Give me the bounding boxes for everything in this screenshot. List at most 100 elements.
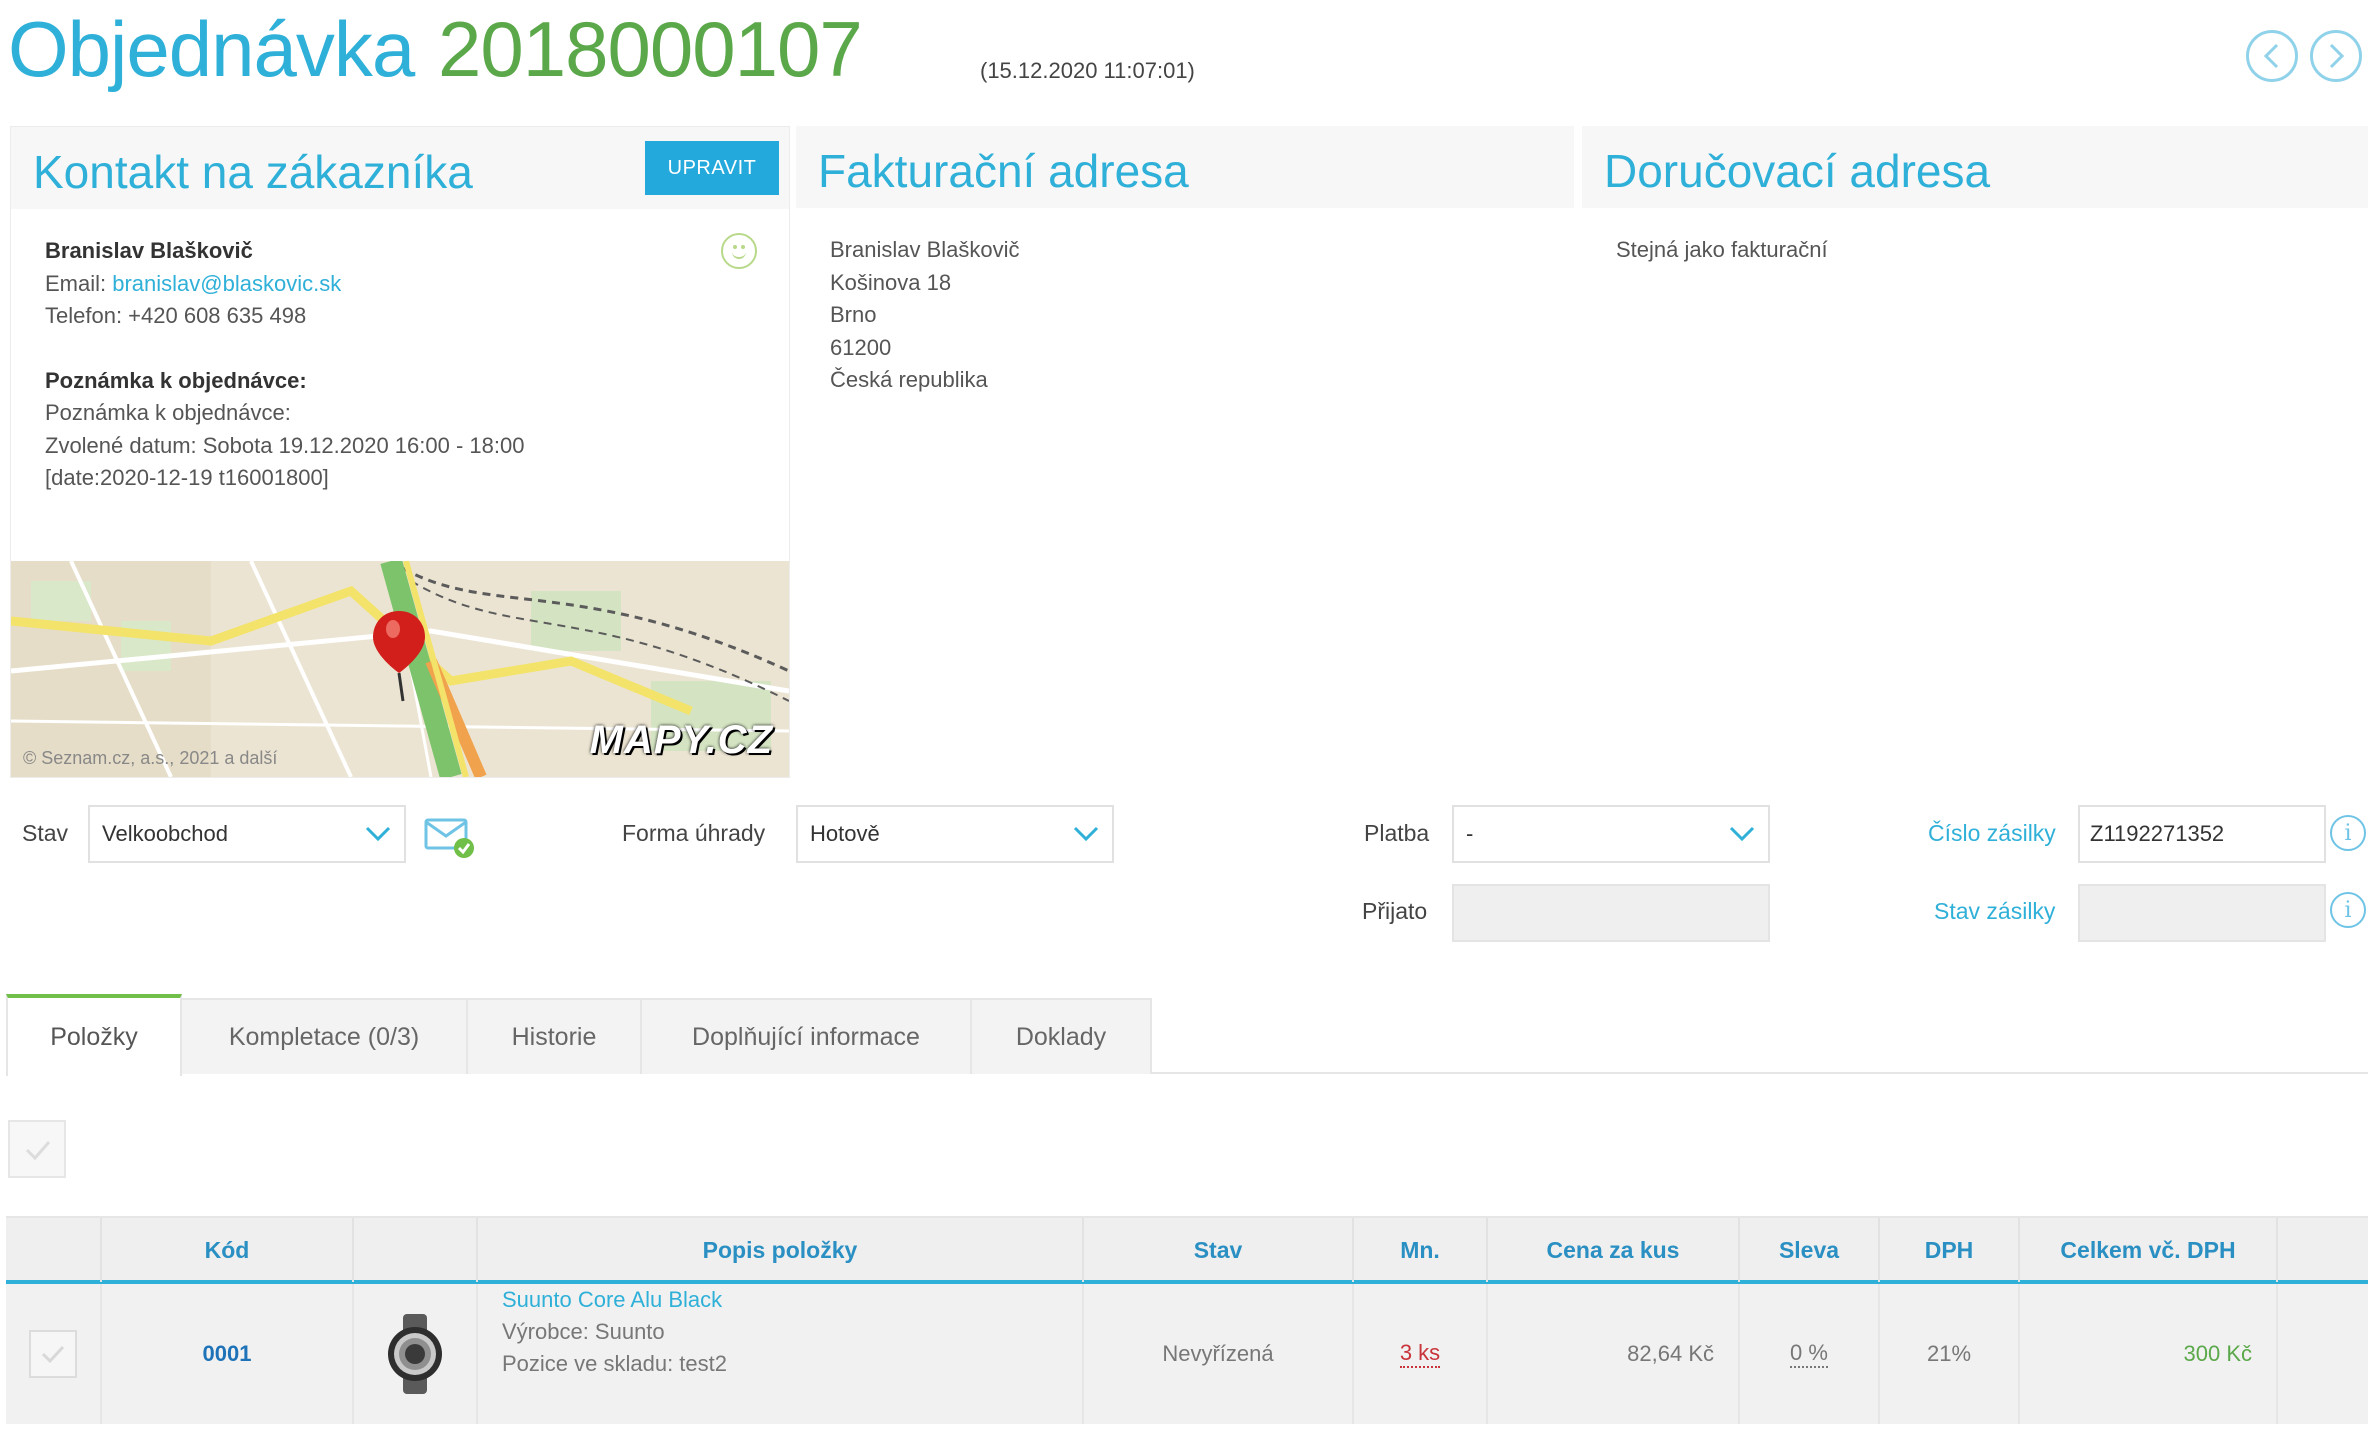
billing-address-card: Fakturační adresa Branislav Blaškovič Ko… bbox=[796, 126, 1574, 456]
quantity-cell: 3 ks bbox=[1354, 1284, 1488, 1424]
customer-name: Branislav Blaškovič bbox=[45, 238, 253, 263]
item-status: Nevyřízená bbox=[1162, 1341, 1274, 1366]
order-note-heading: Poznámka k objednávce: bbox=[45, 367, 307, 393]
item-unit-price: 82,64 Kč bbox=[1627, 1341, 1714, 1366]
discount-cell: 0 % bbox=[1740, 1284, 1880, 1424]
shipment-number-info-icon[interactable]: i bbox=[2330, 815, 2366, 851]
payment-label: Platba bbox=[1364, 820, 1430, 846]
item-warehouse-position: Pozice ve skladu: test2 bbox=[502, 1351, 728, 1376]
item-manufacturer: Výrobce: Suunto bbox=[502, 1319, 665, 1344]
billing-card-body: Branislav Blaškovič Košinova 18 Brno 612… bbox=[796, 208, 1574, 423]
customer-card-title: Kontakt na zákazníka bbox=[33, 146, 473, 198]
customer-contact-card: Kontakt na zákazníka UPRAVIT Branislav B… bbox=[10, 126, 790, 778]
chevron-down-icon bbox=[1073, 826, 1099, 842]
image-cell bbox=[354, 1284, 478, 1424]
edit-customer-button[interactable]: UPRAVIT bbox=[645, 141, 779, 195]
next-order-button[interactable] bbox=[2310, 30, 2362, 82]
row-select-cell bbox=[6, 1284, 102, 1424]
column-header-description[interactable]: Popis položky bbox=[478, 1218, 1084, 1282]
delivery-address-text: Stejná jako fakturační bbox=[1616, 237, 1828, 262]
description-cell: Suunto Core Alu Black Výrobce: Suunto Po… bbox=[478, 1284, 1084, 1424]
status-label: Stav bbox=[22, 820, 69, 846]
column-header-code[interactable]: Kód bbox=[102, 1218, 354, 1282]
tab-additional-info[interactable]: Doplňující informace bbox=[640, 998, 972, 1074]
item-name-link[interactable]: Suunto Core Alu Black bbox=[502, 1284, 722, 1316]
delivery-card-body: Stejná jako fakturační bbox=[1582, 208, 2368, 293]
tab-items[interactable]: Položky bbox=[6, 994, 182, 1076]
column-header-total[interactable]: Celkem vč. DPH bbox=[2020, 1218, 2278, 1282]
customer-email-row: Email: branislav@blaskovic.sk bbox=[45, 268, 755, 301]
chevron-down-icon bbox=[365, 826, 391, 842]
shipment-status-label[interactable]: Stav zásilky bbox=[1934, 898, 2055, 925]
code-cell: 0001 bbox=[102, 1284, 354, 1424]
delivery-card-header: Doručovací adresa bbox=[1582, 126, 2368, 208]
order-items-table: Kód Popis položky Stav Mn. Cena za kus S… bbox=[6, 1216, 2368, 1424]
item-quantity[interactable]: 3 ks bbox=[1399, 1340, 1441, 1368]
map-copyright: © Seznam.cz, a.s., 2021 a další bbox=[23, 748, 278, 768]
column-header-status[interactable]: Stav bbox=[1084, 1218, 1354, 1282]
billing-address-line: 61200 bbox=[830, 334, 892, 360]
item-total: 300 Kč bbox=[2183, 1341, 2253, 1366]
column-header-quantity[interactable]: Mn. bbox=[1354, 1218, 1488, 1282]
mapy-cz-logo[interactable]: MAPY.CZ bbox=[590, 718, 773, 763]
shipment-number-label[interactable]: Číslo zásilky bbox=[1928, 820, 2056, 847]
delivery-address-card: Doručovací adresa Stejná jako fakturační bbox=[1582, 126, 2368, 456]
order-number: 2018000107 bbox=[438, 5, 863, 93]
unit-price-cell: 82,64 Kč bbox=[1488, 1284, 1740, 1424]
vat-cell: 21% bbox=[1880, 1284, 2020, 1424]
billing-address-line: Branislav Blaškovič bbox=[830, 237, 1020, 262]
row-checkbox[interactable] bbox=[29, 1330, 77, 1378]
table-row[interactable]: 0001 Suunto Core Alu Black Výrobce: Suun… bbox=[6, 1284, 2368, 1424]
billing-card-header: Fakturační adresa bbox=[796, 126, 1574, 208]
shipment-status-input[interactable] bbox=[2078, 884, 2326, 942]
order-tabs: Položky Kompletace (0/3) Historie Doplňu… bbox=[6, 994, 2368, 1076]
billing-card-title: Fakturační adresa bbox=[818, 145, 1189, 197]
order-note-line: [date:2020-12-19 t16001800] bbox=[45, 465, 329, 490]
checkmark-icon bbox=[41, 1345, 65, 1364]
customer-card-header: Kontakt na zákazníka UPRAVIT bbox=[11, 127, 789, 209]
shipment-number-input[interactable]: Z1192271352 bbox=[2078, 805, 2326, 863]
payment-method-value: Hotově bbox=[810, 821, 880, 846]
page-header: Objednávka 2018000107 (15.12.2020 11:07:… bbox=[8, 0, 2368, 110]
payment-method-select[interactable]: Hotově bbox=[796, 805, 1114, 863]
delivery-card-title: Doručovací adresa bbox=[1604, 145, 1991, 197]
tab-documents[interactable]: Doklady bbox=[970, 998, 1152, 1074]
column-header-vat[interactable]: DPH bbox=[1880, 1218, 2020, 1282]
email-label: Email: bbox=[45, 270, 107, 296]
customer-email-link[interactable]: branislav@blaskovic.sk bbox=[112, 271, 341, 296]
billing-address-line: Česká republika bbox=[830, 367, 988, 392]
status-select[interactable]: Velkoobchod bbox=[88, 805, 406, 863]
checkmark-icon bbox=[25, 1141, 51, 1161]
chevron-down-icon bbox=[1729, 826, 1755, 842]
payment-method-label: Forma úhrady bbox=[622, 820, 766, 846]
smiley-icon[interactable] bbox=[721, 233, 757, 269]
received-label: Přijato bbox=[1362, 898, 1428, 924]
customer-card-body: Branislav Blaškovič Email: branislav@bla… bbox=[11, 209, 789, 521]
item-discount[interactable]: 0 % bbox=[1790, 1340, 1828, 1368]
column-header-select bbox=[6, 1218, 102, 1282]
table-header: Kód Popis položky Stav Mn. Cena za kus S… bbox=[6, 1216, 2368, 1284]
customer-location-map[interactable]: MAPY.CZ © Seznam.cz, a.s., 2021 a další bbox=[11, 561, 789, 777]
tab-history[interactable]: Historie bbox=[466, 998, 642, 1074]
billing-address-line: Brno bbox=[830, 302, 877, 327]
shipment-status-info-icon[interactable]: i bbox=[2330, 892, 2366, 928]
column-header-image bbox=[354, 1218, 478, 1282]
chevron-left-icon bbox=[2263, 43, 2279, 69]
order-created-date: (15.12.2020 11:07:01) bbox=[980, 58, 1195, 83]
payment-select-value: - bbox=[1466, 821, 1474, 846]
chevron-right-icon bbox=[2329, 43, 2345, 69]
item-code-link[interactable]: 0001 bbox=[203, 1341, 252, 1367]
column-header-unit-price[interactable]: Cena za kus bbox=[1488, 1218, 1740, 1282]
send-email-icon[interactable] bbox=[424, 816, 476, 860]
customer-phone: Telefon: +420 608 635 498 bbox=[45, 303, 307, 328]
payment-select[interactable]: - bbox=[1452, 805, 1770, 863]
column-header-discount[interactable]: Sleva bbox=[1740, 1218, 1880, 1282]
tab-completion[interactable]: Kompletace (0/3) bbox=[180, 998, 468, 1074]
received-input[interactable] bbox=[1452, 884, 1770, 942]
page-title: Objednávka bbox=[8, 5, 415, 93]
status-select-value: Velkoobchod bbox=[102, 821, 228, 846]
watch-thumbnail-icon[interactable] bbox=[385, 1314, 445, 1394]
select-all-checkbox[interactable] bbox=[8, 1120, 66, 1178]
previous-order-button[interactable] bbox=[2246, 30, 2298, 82]
order-note-line: Zvolené datum: Sobota 19.12.2020 16:00 -… bbox=[45, 432, 525, 458]
